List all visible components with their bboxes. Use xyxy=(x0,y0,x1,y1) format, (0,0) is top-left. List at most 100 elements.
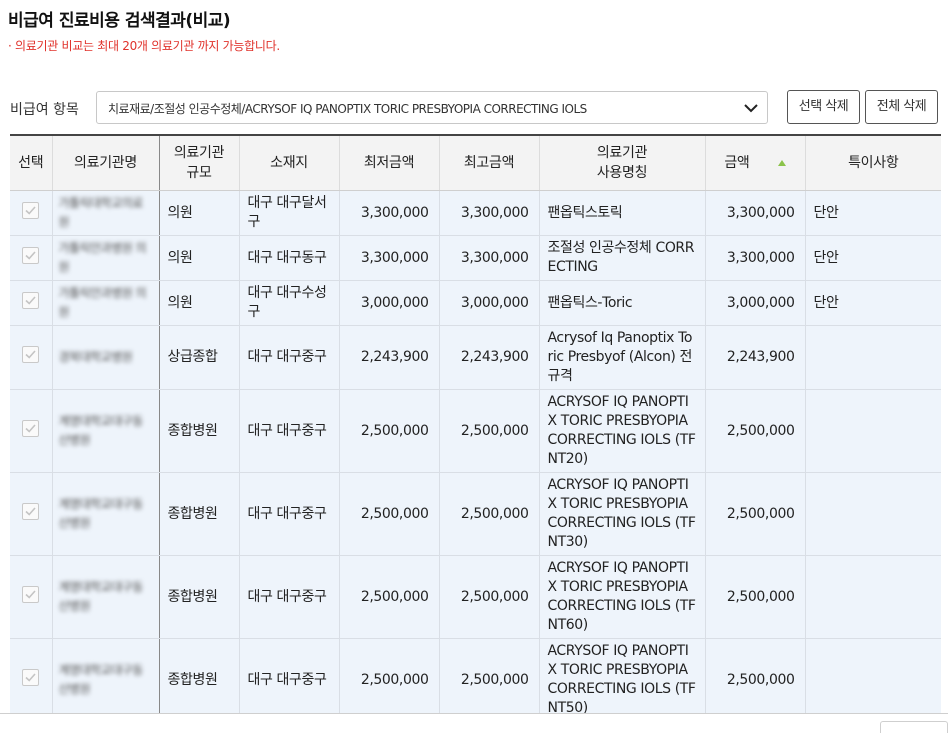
hospital-location-cell: 대구 대구중구 xyxy=(239,555,340,639)
max-price: 3,300,000 xyxy=(460,204,529,221)
hospital-name-cell: 가톨릭안과병원 의원 xyxy=(52,235,160,281)
max-price-cell: 2,500,000 xyxy=(439,472,540,556)
hospital-size-cell: 종합병원 xyxy=(159,472,240,556)
col-header-price-label: 금액 xyxy=(724,155,750,171)
usage-name-cell: 팬옵틱스토릭 xyxy=(539,190,706,236)
max-price: 2,500,000 xyxy=(460,588,529,605)
table-row: 계명대학교대구동산병원 종합병원 대구 대구중구 2,500,000 2,500,000… xyxy=(10,389,941,473)
hospital-size: 의원 xyxy=(167,204,193,221)
row-checkbox[interactable] xyxy=(22,346,40,363)
hospital-location-cell: 대구 대구동구 xyxy=(239,235,340,281)
row-checkbox[interactable] xyxy=(22,668,40,686)
row-checkbox-cell xyxy=(10,235,53,281)
usage-name: 조절성 인공수정체 CORRECTING xyxy=(547,240,695,275)
sort-up-icon[interactable] xyxy=(777,160,786,166)
price: 2,500,000 xyxy=(726,505,795,522)
row-checkbox[interactable] xyxy=(22,246,40,264)
check-icon xyxy=(25,295,36,305)
table-row: 경북대학교병원 상급종합 대구 대구중구 2,243,900 2,243,900 Acry… xyxy=(10,325,941,390)
hospital-location: 대구 대구중구 xyxy=(247,505,327,522)
max-price: 2,243,900 xyxy=(460,349,529,365)
hospital-size: 종합병원 xyxy=(167,671,218,688)
page-title: 비급여 진료비용 검색결과(비교) xyxy=(8,11,231,31)
table-header-row: 선택 의료기관명 의료기관 규모 소재지 최저금액 최고금액 의료기관 사용명칭… xyxy=(10,134,941,191)
price: 2,243,900 xyxy=(726,349,795,365)
hospital-name-cell: 계명대학교대구동산병원 xyxy=(52,472,160,556)
item-select[interactable]: 치료재료/조절성 인공수정체/ACRYSOF IQ PANOPTIX TORIC… xyxy=(96,91,768,124)
notes-cell xyxy=(805,389,941,473)
usage-name: ACRYSOF IQ PANOPTIX TORIC PRESBYOPIA COR… xyxy=(547,560,696,633)
row-checkbox-cell xyxy=(10,325,53,390)
divider xyxy=(0,713,948,714)
delete-selected-button[interactable]: 선택 삭제 xyxy=(787,90,860,124)
price-cell: 2,500,000 xyxy=(705,555,806,639)
hospital-size: 종합병원 xyxy=(167,422,218,439)
col-header-usage-name: 의료기관 사용명칭 xyxy=(539,134,706,191)
price: 2,500,000 xyxy=(726,588,795,605)
hospital-location: 대구 대구중구 xyxy=(247,422,327,439)
min-price-cell: 2,500,000 xyxy=(339,638,440,714)
min-price: 2,500,000 xyxy=(360,671,429,688)
price-cell: 3,000,000 xyxy=(705,280,806,326)
check-icon xyxy=(25,350,36,359)
price-cell: 2,500,000 xyxy=(705,472,806,556)
row-checkbox[interactable] xyxy=(22,585,40,603)
hospital-location: 대구 대구중구 xyxy=(247,588,327,605)
min-price: 2,243,900 xyxy=(360,349,429,365)
col-header-select: 선택 xyxy=(10,134,53,191)
notes-cell xyxy=(805,325,941,390)
col-header-location: 소재지 xyxy=(239,134,340,191)
price-cell: 3,300,000 xyxy=(705,190,806,236)
row-checkbox[interactable] xyxy=(22,201,40,219)
min-price-cell: 2,500,000 xyxy=(339,389,440,473)
col-header-name: 의료기관명 xyxy=(52,134,160,191)
check-icon xyxy=(25,672,36,682)
row-checkbox[interactable] xyxy=(22,502,40,520)
min-price-cell: 2,243,900 xyxy=(339,325,440,390)
table-row: 가톨릭안과병원 의원 의원 대구 대구수성구 3,000,000 3,000,000 팬옵… xyxy=(10,280,941,326)
hospital-location: 대구 대구수성구 xyxy=(247,285,327,320)
hospital-location-cell: 대구 대구중구 xyxy=(239,472,340,556)
filter-label: 비급여 항목 xyxy=(10,102,79,118)
table-row: 계명대학교대구동산병원 종합병원 대구 대구중구 2,500,000 2,500,000… xyxy=(10,472,941,556)
min-price: 3,300,000 xyxy=(360,249,429,266)
usage-name-cell: 조절성 인공수정체 CORRECTING xyxy=(539,235,706,281)
usage-name: 팬옵틱스토릭 xyxy=(547,204,623,221)
col-header-price[interactable]: 금액 xyxy=(705,134,806,191)
hospital-size-cell: 종합병원 xyxy=(159,555,240,639)
price: 2,500,000 xyxy=(726,422,795,439)
max-price-cell: 3,000,000 xyxy=(439,280,540,326)
hospital-name: 계명대학교대구동산병원 xyxy=(58,414,144,447)
usage-name: Acrysof Iq Panoptix Toric Presbyof (Alco… xyxy=(547,330,693,384)
hospital-size-cell: 의원 xyxy=(159,190,240,236)
row-checkbox[interactable] xyxy=(22,419,40,437)
table-row: 계명대학교대구동산병원 종합병원 대구 대구중구 2,500,000 2,500,000… xyxy=(10,638,941,714)
hospital-size-cell: 의원 xyxy=(159,235,240,281)
hospital-name-cell: 가톨릭안과병원 의원 xyxy=(52,280,160,326)
hospital-location-cell: 대구 대구중구 xyxy=(239,638,340,714)
usage-name: ACRYSOF IQ PANOPTIX TORIC PRESBYOPIA COR… xyxy=(547,643,696,714)
pagination-box xyxy=(880,721,948,733)
hospital-size: 의원 xyxy=(167,249,193,266)
max-price-cell: 2,500,000 xyxy=(439,555,540,639)
delete-all-button[interactable]: 전체 삭제 xyxy=(865,90,938,124)
notes-cell: 단안 xyxy=(805,235,941,281)
max-price-cell: 3,300,000 xyxy=(439,190,540,236)
usage-name: ACRYSOF IQ PANOPTIX TORIC PRESBYOPIA COR… xyxy=(547,394,696,467)
row-checkbox[interactable] xyxy=(22,291,40,309)
hospital-location-cell: 대구 대구중구 xyxy=(239,389,340,473)
min-price: 3,300,000 xyxy=(360,204,429,221)
notes: 단안 xyxy=(813,249,839,266)
hospital-size-cell: 의원 xyxy=(159,280,240,326)
max-price-cell: 2,500,000 xyxy=(439,389,540,473)
max-price: 2,500,000 xyxy=(460,422,529,439)
price: 2,500,000 xyxy=(726,671,795,688)
hospital-size-cell: 상급종합 xyxy=(159,325,240,390)
col-header-max-price: 최고금액 xyxy=(439,134,540,191)
row-checkbox-cell xyxy=(10,389,53,473)
hospital-location: 대구 대구동구 xyxy=(247,249,327,266)
max-price-cell: 3,300,000 xyxy=(439,235,540,281)
price: 3,000,000 xyxy=(726,294,795,311)
price-cell: 2,243,900 xyxy=(705,325,806,390)
comparison-table: 선택 의료기관명 의료기관 규모 소재지 최저금액 최고금액 의료기관 사용명칭… xyxy=(10,134,941,714)
